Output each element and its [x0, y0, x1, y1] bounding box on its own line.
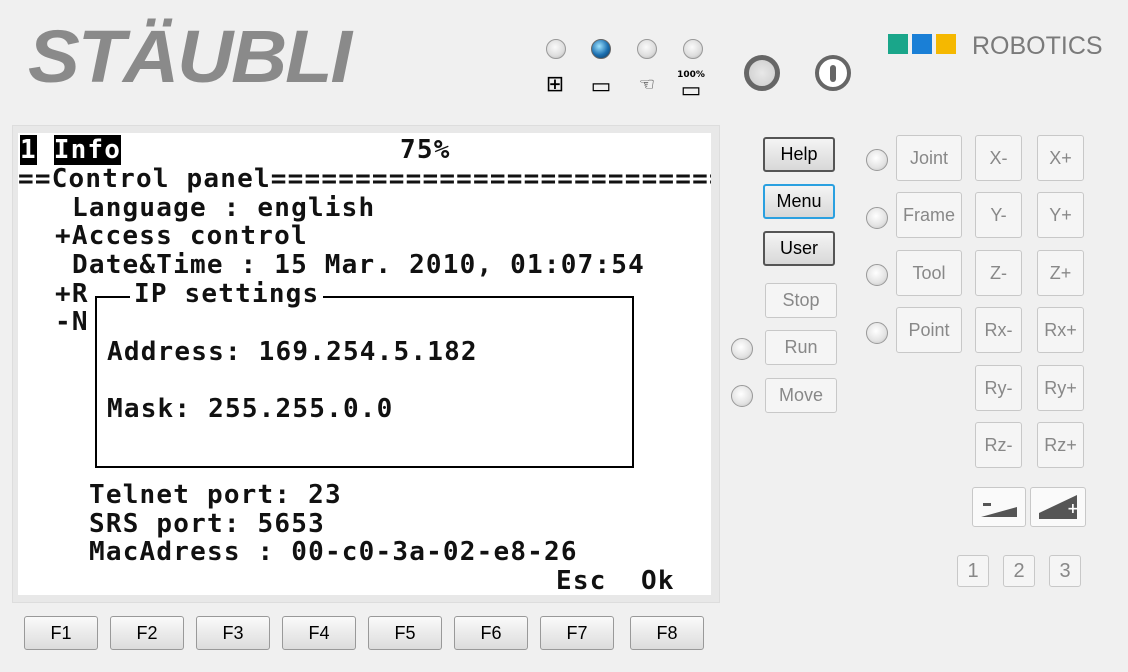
robotics-label: ROBOTICS	[972, 32, 1103, 60]
svg-text:+: +	[1067, 501, 1079, 517]
help-button[interactable]: Help	[763, 137, 835, 172]
speed-up-button[interactable]: +	[1030, 487, 1086, 527]
speed-up-icon: +	[1039, 495, 1079, 519]
access-control-item[interactable]: +Access control	[55, 222, 308, 251]
y-plus-button[interactable]: Y+	[1037, 192, 1084, 238]
ok-softkey[interactable]: Ok	[641, 567, 675, 596]
z-plus-button[interactable]: Z+	[1037, 250, 1084, 296]
f5-key[interactable]: F5	[368, 616, 442, 650]
enable-icon	[830, 65, 836, 82]
joint-radio[interactable]	[866, 149, 888, 171]
x-plus-button[interactable]: X+	[1037, 135, 1084, 181]
brand-square-teal	[888, 34, 908, 54]
f6-key[interactable]: F6	[454, 616, 528, 650]
rx-minus-button[interactable]: Rx-	[975, 307, 1022, 353]
n-item-prefix: -N	[55, 307, 89, 337]
section-title: ==Control panel=========================…	[18, 165, 711, 194]
language-item[interactable]: Language : english	[72, 194, 375, 223]
rz-minus-button[interactable]: Rz-	[975, 422, 1022, 468]
brand-square-blue	[912, 34, 932, 54]
ip-address: Address: 169.254.5.182	[107, 337, 478, 367]
f3-key[interactable]: F3	[196, 616, 270, 650]
f2-key[interactable]: F2	[110, 616, 184, 650]
number-1-button[interactable]: 1	[957, 555, 989, 587]
speed-readout: 75%	[400, 135, 451, 165]
r-item-prefix: +R	[55, 279, 89, 309]
z-minus-button[interactable]: Z-	[975, 250, 1022, 296]
tab-number: 1	[20, 135, 37, 165]
remote-mode-led	[546, 39, 566, 59]
brand-square-yellow	[936, 34, 956, 54]
number-3-button[interactable]: 3	[1049, 555, 1081, 587]
run-radio[interactable]	[731, 338, 753, 360]
ry-minus-button[interactable]: Ry-	[975, 365, 1022, 411]
telnet-port: Telnet port: 23	[89, 480, 342, 510]
point-radio[interactable]	[866, 322, 888, 344]
user-button[interactable]: User	[763, 231, 835, 266]
mac-address: MacAdress : 00-c0-3a-02-e8-26	[89, 537, 578, 567]
rx-plus-button[interactable]: Rx+	[1037, 307, 1084, 353]
local-mode-led	[591, 39, 611, 59]
f4-key[interactable]: F4	[282, 616, 356, 650]
ip-dialog-title: IP settings	[130, 280, 324, 309]
point-button[interactable]: Point	[896, 307, 962, 353]
esc-softkey[interactable]: Esc	[556, 567, 607, 596]
run-button[interactable]: Run	[765, 330, 837, 365]
srs-port: SRS port: 5653	[89, 509, 325, 539]
move-radio[interactable]	[731, 385, 753, 407]
speed-100-icon: ▭	[680, 78, 702, 103]
datetime-item[interactable]: Date&Time : 15 Mar. 2010, 01:07:54	[72, 251, 645, 280]
power-button[interactable]	[744, 55, 780, 91]
y-minus-button[interactable]: Y-	[975, 192, 1022, 238]
frame-radio[interactable]	[866, 207, 888, 229]
tool-button[interactable]: Tool	[896, 250, 962, 296]
remote-mode-icon: ⊞	[545, 72, 565, 97]
x-minus-button[interactable]: X-	[975, 135, 1022, 181]
ry-plus-button[interactable]: Ry+	[1037, 365, 1084, 411]
stop-button[interactable]: Stop	[765, 283, 837, 318]
speed-down-icon	[981, 503, 1017, 517]
tool-radio[interactable]	[866, 264, 888, 286]
speed-down-button[interactable]	[972, 487, 1026, 527]
f1-key[interactable]: F1	[24, 616, 98, 650]
local-mode-icon: ▭	[590, 74, 612, 99]
tab-title[interactable]: Info	[53, 135, 122, 165]
frame-button[interactable]: Frame	[896, 192, 962, 238]
number-2-button[interactable]: 2	[1003, 555, 1035, 587]
joint-button[interactable]: Joint	[896, 135, 962, 181]
move-button[interactable]: Move	[765, 378, 837, 413]
menu-button[interactable]: Menu	[763, 184, 835, 219]
manual-mode-led	[637, 39, 657, 59]
f7-key[interactable]: F7	[540, 616, 614, 650]
manual-mode-icon: ☜	[638, 74, 656, 95]
speed-100-led	[683, 39, 703, 59]
rz-plus-button[interactable]: Rz+	[1037, 422, 1084, 468]
ip-settings-dialog	[95, 296, 634, 468]
staubli-logo: STÄUBLI	[28, 15, 352, 98]
ip-mask: Mask: 255.255.0.0	[107, 394, 394, 424]
f8-key[interactable]: F8	[630, 616, 704, 650]
enable-button[interactable]	[815, 55, 851, 91]
